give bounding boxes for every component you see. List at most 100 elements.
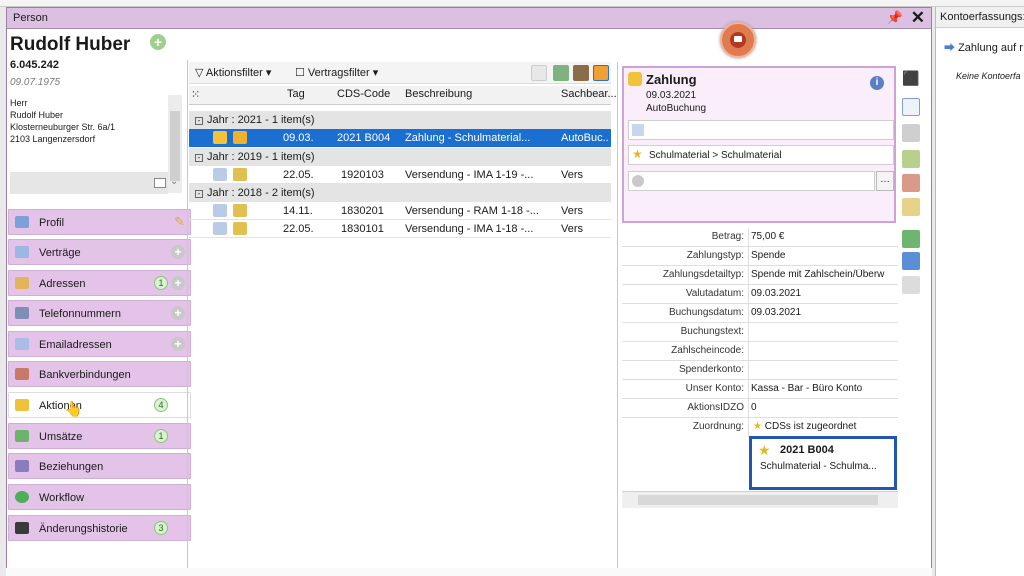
prop-value[interactable]: 09.03.2021 <box>751 288 895 299</box>
cell-tag: 22.05. <box>283 169 314 181</box>
nav-beziehungen[interactable]: Beziehungen <box>8 453 191 479</box>
col-header-sachbearbeiter[interactable]: Sachbear... <box>561 88 617 100</box>
disabled-tool-icon <box>902 276 920 294</box>
mail-icon <box>15 338 29 350</box>
prop-value[interactable]: Spende <box>751 250 895 261</box>
cds-desc: Schulmaterial - Schulma... <box>760 461 877 472</box>
document-icon[interactable] <box>531 65 547 81</box>
group-row[interactable]: - Jahr : 2018 - 2 item(s) <box>189 184 611 202</box>
report-icon[interactable] <box>902 198 920 216</box>
chevron-down-icon[interactable]: ⌄ <box>170 176 178 187</box>
property-row: Zahlungstyp: Spende <box>622 247 898 266</box>
transfer-icon <box>233 222 247 235</box>
nav-label: Profil <box>39 217 65 229</box>
money-icon[interactable] <box>902 230 920 248</box>
add-icon[interactable]: + <box>171 337 185 351</box>
cell-desc: Versendung - IMA 1-18 -... <box>405 223 534 235</box>
prop-key: Zahlscheincode: <box>671 345 744 356</box>
table-row[interactable]: 14.11. 1830201 Versendung - RAM 1-18 -..… <box>189 202 611 220</box>
reference-field[interactable] <box>628 171 875 191</box>
nav-profil[interactable]: Profil ✎ <box>8 209 191 235</box>
col-header-beschreibung[interactable]: Beschreibung <box>405 88 472 100</box>
people-icon[interactable] <box>902 174 920 192</box>
group-row[interactable]: - Jahr : 2019 - 1 item(s) <box>189 148 611 166</box>
nav-telefonnummern[interactable]: Telefonnummern + <box>8 300 191 326</box>
comment-icon[interactable] <box>902 98 920 116</box>
konto-item[interactable]: ⮕ Zahlung auf r <box>944 39 1023 55</box>
close-icon[interactable]: ✕ <box>911 8 925 28</box>
collapse-icon[interactable]: - <box>195 154 203 162</box>
nav-vertraege[interactable]: Verträge + <box>8 239 191 265</box>
nav-adressen[interactable]: Adressen 1 + <box>8 270 191 296</box>
prop-key: Betrag: <box>711 231 744 242</box>
cell-sb: Vers <box>561 223 584 235</box>
excel-icon[interactable] <box>553 65 569 81</box>
cell-tag: 22.05. <box>283 223 314 235</box>
table-row[interactable]: 09.03. 2021 B004 Zahlung - Schulmaterial… <box>189 129 611 147</box>
prop-key: Valutadatum: <box>685 288 744 299</box>
prop-value[interactable]: 09.03.2021 <box>751 307 895 318</box>
cds-card[interactable]: ★ 2021 B004 Schulmaterial - Schulma... <box>749 436 897 490</box>
browse-button[interactable]: … <box>876 171 894 191</box>
cell-desc: Versendung - RAM 1-18 -... <box>405 205 539 217</box>
splitter[interactable] <box>187 60 188 568</box>
prop-value[interactable]: 0 <box>751 402 895 413</box>
nav-label: Beziehungen <box>39 461 104 473</box>
nav-workflow[interactable]: Workflow <box>8 484 191 510</box>
collapse-icon[interactable]: - <box>195 117 203 125</box>
add-icon[interactable]: + <box>171 245 185 259</box>
scroll-thumb[interactable] <box>638 495 878 505</box>
nav-umsaetze[interactable]: Umsätze 1 <box>8 423 191 449</box>
pin-icon[interactable]: 📌 <box>887 10 903 26</box>
grid-toolbar: ▽ Aktionsfilter ▾ ☐ Vertragsfilter ▾ <box>189 62 611 84</box>
table-row[interactable]: 22.05. 1830101 Versendung - IMA 1-18 -..… <box>189 220 611 238</box>
prop-key: Unser Konto: <box>685 383 744 394</box>
transfer-icon <box>233 168 247 181</box>
col-header-cds[interactable]: CDS-Code <box>337 88 390 100</box>
aktionsfilter-dropdown[interactable]: ▽ Aktionsfilter ▾ <box>195 66 271 79</box>
prop-value[interactable]: 75,00 € <box>751 231 895 242</box>
assignment-text: CDSs ist zugeordnet <box>764 421 857 432</box>
table-row[interactable]: 22.05. 1920103 Versendung - IMA 1-19 -..… <box>189 166 611 184</box>
pencil-icon[interactable]: ✎ <box>174 214 185 230</box>
nav-emailadressen[interactable]: Emailadressen + <box>8 331 191 357</box>
prop-value[interactable]: Spende mit Zahlschein/Überw <box>751 269 895 280</box>
property-row: Buchungsdatum: 09.03.2021 <box>622 304 898 323</box>
property-row: Betrag: 75,00 € <box>622 228 898 247</box>
count-badge: 4 <box>154 398 168 412</box>
group-text: Jahr : 2018 - 2 item(s) <box>207 187 315 199</box>
record-button[interactable] <box>720 22 756 58</box>
splitter[interactable] <box>617 62 618 568</box>
note-field[interactable] <box>628 120 894 140</box>
nav-label: Telefonnummern <box>39 308 121 320</box>
nav-aenderungshistorie[interactable]: Änderungshistorie 3 <box>8 515 191 541</box>
detail-scrollbar[interactable] <box>622 491 898 508</box>
add-icon[interactable]: + <box>171 276 185 290</box>
cell-tag: 14.11. <box>283 205 313 217</box>
share-icon[interactable] <box>902 252 920 270</box>
property-row: Zuordnung: ★ CDSs ist zugeordnet <box>622 418 898 437</box>
address-line: Rudolf Huber <box>10 110 64 120</box>
col-header-tag[interactable]: Tag <box>287 88 305 100</box>
group-row[interactable]: - Jahr : 2021 - 1 item(s) <box>189 111 611 129</box>
info-icon[interactable]: i <box>870 76 884 90</box>
vertragsfilter-dropdown[interactable]: ☐ Vertragsfilter ▾ <box>295 66 378 79</box>
pdf-icon[interactable]: ⬛ <box>902 70 920 88</box>
card-icon[interactable] <box>154 178 166 188</box>
settings-icon[interactable] <box>593 65 609 81</box>
person-icon[interactable] <box>573 65 589 81</box>
nav-bankverbindungen[interactable]: Bankverbindungen <box>8 361 191 387</box>
edit-document-icon[interactable] <box>902 150 920 168</box>
group-label: - Jahr : 2018 - 2 item(s) <box>195 187 315 199</box>
cell-code: 2021 B004 <box>337 132 391 144</box>
category-field[interactable]: ★ Schulmaterial > Schulmaterial <box>628 145 894 165</box>
prop-value[interactable]: ★ CDSs ist zugeordnet <box>753 421 897 432</box>
collapse-icon[interactable]: - <box>195 190 203 198</box>
nav-aktionen[interactable]: Aktionen 4 <box>8 392 191 418</box>
cell-sb: Vers <box>561 169 584 181</box>
add-icon[interactable]: + <box>171 306 185 320</box>
prop-value[interactable]: Kassa - Bar - Büro Konto <box>751 383 895 394</box>
bank-icon[interactable] <box>902 124 920 142</box>
scroll-thumb[interactable] <box>170 111 180 181</box>
add-icon[interactable]: + <box>150 34 166 50</box>
